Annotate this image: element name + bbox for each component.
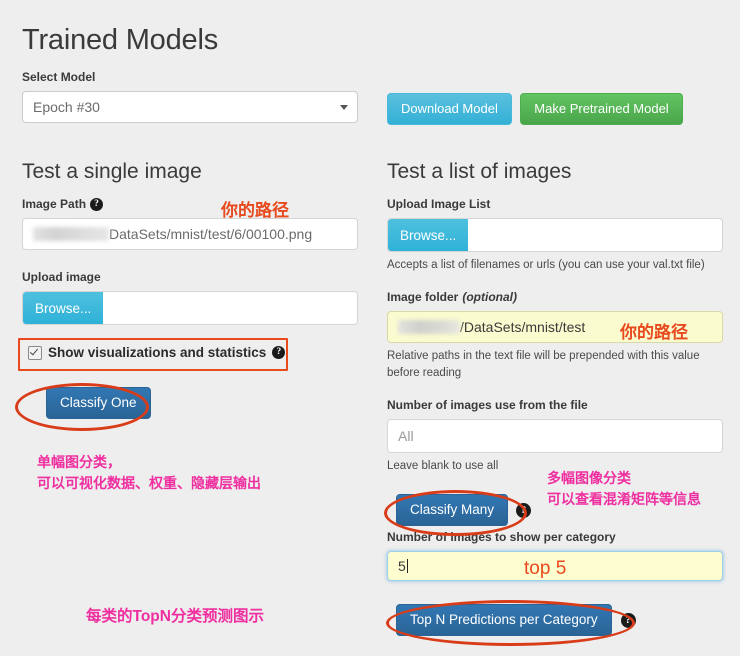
annotation-single-note-line1: 单幅图分类， — [37, 454, 121, 470]
num-per-category-group: Number of images to show per category 5 — [387, 530, 723, 581]
single-image-heading: Test a single image — [22, 160, 202, 183]
chevron-down-icon — [340, 105, 348, 110]
image-path-label-text: Image Path — [22, 197, 87, 211]
annotation-many-note-line2: 可以查看混淆矩阵等信息 — [547, 491, 701, 507]
num-per-category-value: 5 — [398, 558, 406, 574]
help-icon[interactable]: ? — [516, 502, 532, 518]
num-images-help: Leave blank to use all — [387, 460, 499, 472]
select-model-value: Epoch #30 — [33, 99, 100, 115]
show-visualizations-label: Show visualizations and statistics — [48, 345, 267, 360]
trained-models-page: Trained Models Select Model Epoch #30 Te… — [0, 0, 740, 656]
image-folder-label-text: Image folder — [387, 290, 459, 304]
upload-image-list-filename — [468, 219, 722, 251]
show-visualizations-checkbox[interactable] — [28, 345, 42, 360]
classify-one-wrap: Classify One — [46, 387, 151, 419]
upload-image-list-fileinput[interactable]: Browse... — [387, 218, 723, 252]
upload-image-filename — [103, 292, 357, 324]
image-folder-input[interactable]: /DataSets/mnist/test — [387, 311, 723, 343]
image-folder-group: Image folder (optional) /DataSets/mnist/… — [387, 290, 723, 381]
select-model-label: Select Model — [22, 70, 96, 84]
num-images-label: Number of images use from the file — [387, 398, 588, 412]
download-model-button[interactable]: Download Model — [387, 93, 512, 125]
help-icon[interactable]: ? — [90, 197, 104, 211]
image-path-label: Image Path ? — [22, 197, 358, 211]
redacted-path-mask — [33, 227, 109, 242]
select-model-group: Select Model Epoch #30 — [22, 70, 358, 123]
classify-many-button[interactable]: Classify Many — [396, 494, 509, 526]
num-images-placeholder: All — [398, 428, 414, 444]
image-list-heading: Test a list of images — [387, 160, 572, 183]
browse-button[interactable]: Browse... — [388, 219, 469, 251]
make-pretrained-model-button[interactable]: Make Pretrained Model — [520, 93, 683, 125]
image-folder-value: /DataSets/mnist/test — [460, 319, 586, 335]
image-path-value: DataSets/mnist/test/6/00100.png — [109, 226, 313, 242]
num-per-category-label: Number of images to show per category — [387, 530, 616, 544]
browse-button[interactable]: Browse... — [23, 292, 104, 324]
redacted-path-mask — [398, 320, 460, 335]
annotation-single-note: 单幅图分类， 可以可视化数据、权重、隐藏层输出 — [37, 452, 261, 494]
image-folder-optional-text: (optional) — [462, 290, 518, 304]
page-title: Trained Models — [22, 24, 218, 56]
classify-one-button[interactable]: Classify One — [46, 387, 151, 419]
model-actions: Download Model Make Pretrained Model — [387, 93, 683, 125]
image-list-heading-wrap: Test a list of images — [387, 160, 571, 184]
classify-many-wrap: Classify Many ? — [396, 494, 532, 526]
upload-image-list-label: Upload Image List — [387, 197, 491, 211]
image-path-input[interactable]: DataSets/mnist/test/6/00100.png — [22, 218, 358, 250]
num-images-input[interactable]: All — [387, 419, 723, 453]
image-folder-label: Image folder (optional) — [387, 290, 723, 304]
image-path-group: Image Path ? DataSets/mnist/test/6/00100… — [22, 197, 358, 250]
annotation-topn-note: 每类的TopN分类预测图示 — [86, 608, 264, 625]
num-images-group: Number of images use from the file All L… — [387, 398, 723, 475]
upload-image-fileinput[interactable]: Browse... — [22, 291, 358, 325]
show-visualizations-row[interactable]: Show visualizations and statistics ? — [28, 345, 286, 360]
annotation-single-note-line2: 可以可视化数据、权重、隐藏层输出 — [37, 475, 261, 491]
top-n-predictions-button[interactable]: Top N Predictions per Category — [396, 604, 612, 636]
text-cursor — [406, 559, 408, 573]
upload-image-label: Upload image — [22, 270, 101, 284]
upload-image-list-group: Upload Image List Browse... Accepts a li… — [387, 197, 723, 274]
upload-image-group: Upload image Browse... — [22, 270, 358, 325]
help-icon[interactable]: ? — [620, 612, 636, 628]
image-folder-help: Relative paths in the text file will be … — [387, 350, 700, 379]
upload-image-list-help: Accepts a list of filenames or urls (you… — [387, 259, 705, 271]
single-image-heading-wrap: Test a single image — [22, 160, 358, 184]
help-icon[interactable]: ? — [272, 346, 286, 359]
num-per-category-input[interactable]: 5 — [387, 551, 723, 581]
select-model-dropdown[interactable]: Epoch #30 — [22, 91, 358, 123]
topn-predictions-wrap: Top N Predictions per Category ? — [396, 604, 636, 636]
